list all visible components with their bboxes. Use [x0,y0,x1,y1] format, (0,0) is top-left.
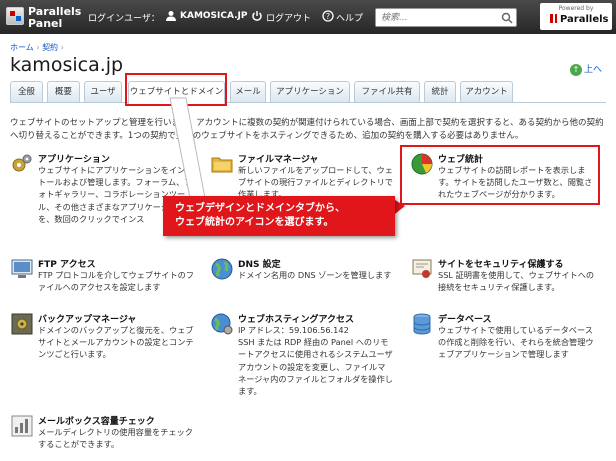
username[interactable]: KAMOSICA.JP [180,11,247,21]
web-hosting-access-desc: IP アドレス：59.106.56.142 SSH または RDP 経由の Pa… [238,325,393,397]
backup-manager-item: バックアップマネージャ ドメインのバックアップと復元を、ウェブサイトとメールアカ… [10,312,195,362]
login-user-label: ログインユーザ： [88,14,160,24]
databases-desc: ウェブサイトで使用しているデータベースの作成と削除を行い、それらを統合管理ウェブ… [438,325,594,360]
globe-gear-icon[interactable] [210,312,234,336]
search-input[interactable] [376,9,496,26]
tab-statistics[interactable]: 統計 [424,81,456,103]
folder-icon[interactable] [210,152,234,176]
powered-brand-text: Parallels [550,14,609,25]
databases-item: データベース ウェブサイトで使用しているデータベースの作成と削除を行い、それらを… [410,312,600,372]
tab-file-sharing[interactable]: ファイル共有 [354,81,420,103]
help-icon: ? [322,10,334,22]
database-icon[interactable] [410,312,434,336]
instruction-callout: ウェブデザインとドメインタブから、 ウェブ統計のアイコンを選びます。 [163,196,395,236]
power-icon [252,11,262,21]
top-bar: Parallels Panel ログインユーザ： KAMOSICA.JP ログア… [0,0,616,34]
up-level-label: 上へ [584,65,603,75]
tab-account[interactable]: アカウント [460,81,513,103]
tab-general[interactable]: 全般 [10,81,43,103]
parallels-logo-icon [6,7,24,25]
user-icon [166,11,176,21]
help-link[interactable]: ヘルプ [336,11,363,24]
page-title: kamosica.jp [10,54,124,76]
breadcrumb-contract[interactable]: 契約 [42,43,58,52]
globe-icon[interactable] [210,257,234,281]
ftp-access-item: FTP アクセス FTP プロトコルを介してウェブサイトのファイルへのアクセスを… [10,257,195,297]
search-box [375,8,517,27]
powered-by-text: Powered by [558,5,594,12]
breadcrumb-home[interactable]: ホーム [10,43,34,52]
tab-overview[interactable]: 概要 [47,81,80,103]
safe-icon[interactable] [10,312,34,336]
logo-text-line2: Panel [28,17,63,30]
dns-settings-item: DNS 設定 ドメイン名用の DNS ゾーンを管理します [210,257,395,297]
mailbox-quota-icon[interactable] [10,414,34,438]
ssl-desc: SSL 証明書を使用して、ウェブサイトへの接続をセキュリティ保護します。 [438,270,595,293]
up-level-link[interactable]: ↑ 上へ [570,62,602,76]
gears-icon[interactable] [10,152,34,176]
tab-applications[interactable]: アプリケーション [270,81,350,103]
callout-line-1: ウェブデザインとドメインタブから、 [175,203,345,214]
breadcrumb: ホーム › 契約 › [10,42,64,53]
tab-users[interactable]: ユーザ [84,81,122,103]
logout-link[interactable]: ログアウト [266,11,311,24]
section-description: ウェブサイトのセットアップと管理を行います。アカウントに複数の契約が関連付けられ… [10,118,604,141]
ftp-access-desc: FTP プロトコルを介してウェブサイトのファイルへのアクセスを設定します [38,270,195,293]
web-hosting-access-item: ウェブホスティングアクセス IP アドレス：59.106.56.142 SSH … [210,312,395,402]
ssl-item: サイトをセキュリティ保護する SSL 証明書を使用して、ウェブサイトへの接続をセ… [410,257,600,297]
search-icon[interactable] [501,12,513,24]
tab-mail[interactable]: メール [230,81,266,103]
callout-line-2: ウェブ統計のアイコンを選びます。 [175,217,334,228]
tab-highlight-frame [125,73,227,106]
ftp-monitor-icon[interactable] [10,257,34,281]
svg-text:?: ? [326,12,330,21]
breadcrumb-separator: › [60,43,64,52]
breadcrumb-separator: › [36,43,40,52]
mailbox-quota-desc: メールディレクトリの使用容量をチェックすることができます。 [38,427,193,450]
certificate-icon[interactable] [410,257,434,281]
backup-manager-desc: ドメインのバックアップと復元を、ウェブサイトとメールアカウントの設定とコンテンツ… [38,325,194,360]
parallels-panel-logo[interactable]: Parallels Panel [6,5,82,30]
dns-settings-desc: ドメイン名用の DNS ゾーンを管理します [238,270,392,280]
powered-by-badge: Powered by Parallels [540,3,612,30]
web-statistics-highlight-frame [400,145,600,205]
arrow-up-icon: ↑ [570,64,582,76]
mailbox-quota-item: メールボックス容量チェック メールディレクトリの使用容量をチェックすることができ… [10,414,195,454]
